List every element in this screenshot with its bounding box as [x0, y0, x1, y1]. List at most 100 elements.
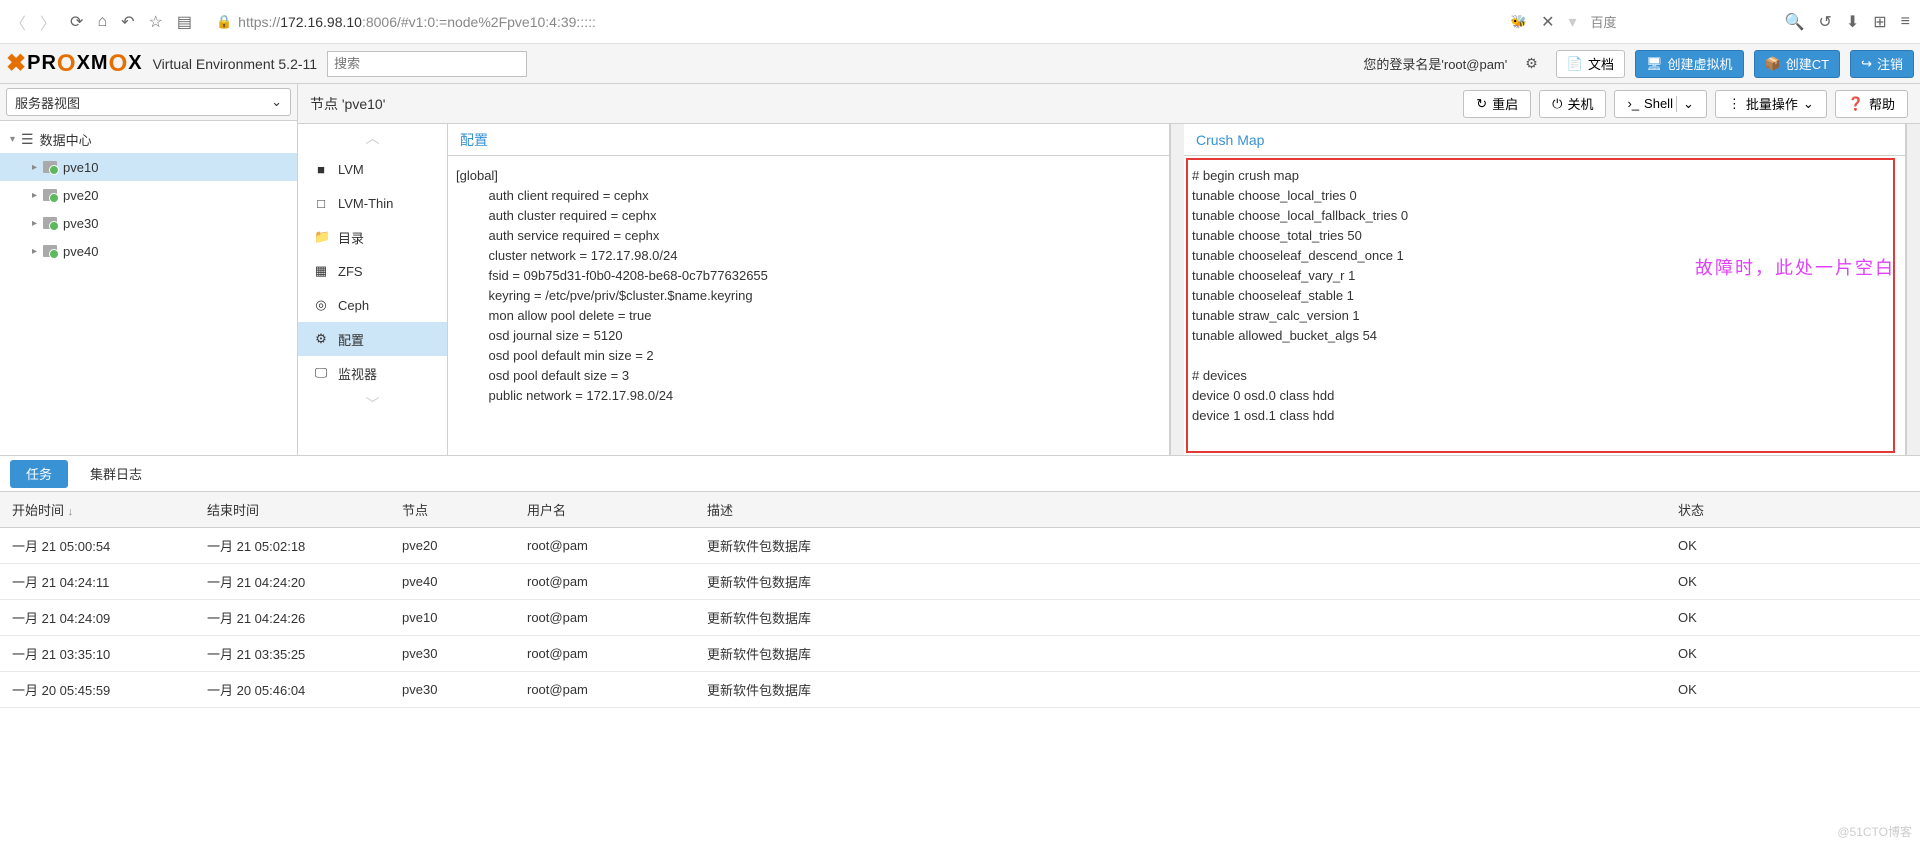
create-vm-button[interactable]: 🖥 创建虚拟机	[1635, 50, 1744, 78]
nav-icon: ■	[314, 162, 328, 177]
nav-label: LVM-Thin	[338, 196, 393, 211]
table-row[interactable]: 一月 21 05:00:54一月 21 05:02:18pve20root@pa…	[0, 528, 1920, 564]
restart-button[interactable]: ↻ 重启	[1463, 90, 1531, 118]
caret-icon: ▸	[32, 218, 37, 229]
subnav-ZFS[interactable]: ▦ ZFS	[298, 254, 447, 288]
scroll-up-icon[interactable]: ︿	[298, 124, 447, 152]
back-icon[interactable]: 〈	[10, 10, 26, 34]
caret-icon: ▸	[32, 246, 37, 257]
subnav-LVM-Thin[interactable]: □ LVM-Thin	[298, 186, 447, 220]
col-node[interactable]: 节点	[390, 492, 515, 528]
logout-button[interactable]: ↪ 注销	[1850, 50, 1914, 78]
table-row[interactable]: 一月 21 04:24:09一月 21 04:24:26pve10root@pa…	[0, 600, 1920, 636]
scroll-down-icon[interactable]: ﹀	[298, 390, 447, 418]
crush-title: Crush Map	[1184, 124, 1905, 156]
chevron-down-icon: ⌄	[1676, 96, 1694, 112]
main-area: 服务器视图⌄ ▾ ☰ 数据中心 ▸pve10▸pve20▸pve30▸pve40…	[0, 84, 1920, 456]
subnav-LVM[interactable]: ■ LVM	[298, 152, 447, 186]
home-icon[interactable]: ⌂	[97, 13, 107, 31]
gear-icon[interactable]: ⚙	[1525, 55, 1538, 72]
sync-icon[interactable]: ↺	[1818, 12, 1831, 32]
content-header: 节点 'pve10' ↻ 重启 ⏻ 关机 ›_ Shell⌄ ⋮ 批量操作 ⌄ …	[298, 84, 1920, 124]
nav-label: Ceph	[338, 298, 369, 313]
nav-label: ZFS	[338, 264, 363, 279]
nav-icon: □	[314, 196, 328, 211]
tab-tasks[interactable]: 任务	[10, 460, 68, 488]
tree-node-pve40[interactable]: ▸pve40	[0, 237, 297, 265]
col-start[interactable]: 开始时间 ↓	[0, 492, 195, 528]
search-engine-label[interactable]: 百度	[1591, 12, 1617, 31]
app-header: ✖ PROXMOX Virtual Environment 5.2-11 您的登…	[0, 44, 1920, 84]
undo-icon[interactable]: ↶	[121, 12, 134, 32]
subnav-配置[interactable]: ⚙ 配置	[298, 322, 447, 356]
reload-icon[interactable]: ⟳	[70, 12, 83, 32]
bulk-button[interactable]: ⋮ 批量操作 ⌄	[1715, 90, 1827, 118]
subnav: ︿ ■ LVM □ LVM-Thin 📁目录 ▦ ZFS ◎ Ceph ⚙ 配置 🖵监视器 ﹀	[298, 124, 448, 455]
table-row[interactable]: 一月 21 03:35:10一月 21 03:35:25pve30root@pa…	[0, 636, 1920, 672]
server-icon	[43, 217, 57, 229]
table-header-row: 开始时间 ↓ 结束时间 节点 用户名 描述 状态	[0, 492, 1920, 528]
reader-icon[interactable]: ▤	[177, 12, 192, 32]
nav-label: 配置	[338, 330, 364, 349]
datacenter-icon: ☰	[21, 131, 34, 148]
subnav-监视器[interactable]: 🖵监视器	[298, 356, 447, 390]
node-label: pve30	[63, 216, 98, 231]
leaf-icon[interactable]: ✕	[1541, 12, 1554, 32]
table-row[interactable]: 一月 21 04:24:11一月 21 04:24:20pve40root@pa…	[0, 564, 1920, 600]
view-selector[interactable]: 服务器视图⌄	[6, 88, 291, 116]
lock-icon: 🔒	[216, 14, 232, 30]
tree-node-pve10[interactable]: ▸pve10	[0, 153, 297, 181]
browser-toolbar: 〈 〉 ⟳ ⌂ ↶ ☆ ▤ 🔒 https://172.16.98.10:800…	[0, 0, 1920, 44]
node-label: pve10	[63, 160, 98, 175]
bee-icon[interactable]: 🐝	[1511, 14, 1527, 30]
menu-icon[interactable]: ≡	[1901, 13, 1910, 31]
col-status[interactable]: 状态	[1666, 492, 1896, 528]
url-bar[interactable]: 🔒 https://172.16.98.10:8006/#v1:0:=node%…	[206, 14, 1497, 30]
tree-panel: 服务器视图⌄ ▾ ☰ 数据中心 ▸pve10▸pve20▸pve30▸pve40	[0, 84, 298, 455]
tasks-panel: 任务 集群日志 开始时间 ↓ 结束时间 节点 用户名 描述 状态 一月 21 0…	[0, 456, 1920, 708]
logo: ✖ PROXMOX	[6, 49, 143, 78]
annotation-text: 故障时，此处一片空白	[1695, 254, 1895, 280]
node-label: pve20	[63, 188, 98, 203]
server-icon	[43, 189, 57, 201]
create-ct-button[interactable]: 📦 创建CT	[1754, 50, 1841, 78]
search-input[interactable]	[327, 51, 527, 77]
help-button[interactable]: ❓ 帮助	[1835, 90, 1908, 118]
subnav-目录[interactable]: 📁目录	[298, 220, 447, 254]
tree-body: ▾ ☰ 数据中心 ▸pve10▸pve20▸pve30▸pve40	[0, 120, 297, 455]
nav-icon: ⚙	[314, 331, 328, 347]
task-table: 开始时间 ↓ 结束时间 节点 用户名 描述 状态 一月 21 05:00:54一…	[0, 492, 1920, 708]
star-icon[interactable]: ☆	[149, 12, 163, 32]
scrollbar[interactable]	[1170, 124, 1184, 455]
forward-icon[interactable]: 〉	[40, 10, 56, 34]
tree-root[interactable]: ▾ ☰ 数据中心	[0, 125, 297, 153]
watermark: @51CTO博客	[1837, 823, 1912, 840]
nav-icon: 📁	[314, 229, 328, 245]
docs-button[interactable]: 📄 文档	[1556, 50, 1625, 78]
scrollbar[interactable]	[1906, 124, 1920, 455]
config-panel: 配置 [global] auth client required = cephx…	[448, 124, 1170, 455]
nav-label: LVM	[338, 162, 364, 177]
tab-cluster-log[interactable]: 集群日志	[74, 460, 158, 488]
tree-node-pve30[interactable]: ▸ pve30	[0, 209, 297, 237]
nav-icon: 🖵	[314, 365, 328, 381]
logo-x-icon: ✖	[6, 49, 27, 78]
tree-node-pve20[interactable]: ▸pve20	[0, 181, 297, 209]
shutdown-button[interactable]: ⏻ 关机	[1539, 90, 1606, 118]
shell-button[interactable]: ›_ Shell⌄	[1614, 90, 1706, 118]
col-desc[interactable]: 描述	[695, 492, 1666, 528]
col-user[interactable]: 用户名	[515, 492, 695, 528]
table-row[interactable]: 一月 20 05:45:59一月 20 05:46:04pve30root@pa…	[0, 672, 1920, 708]
dropdown-icon[interactable]: ▾	[1568, 12, 1576, 32]
subnav-Ceph[interactable]: ◎ Ceph	[298, 288, 447, 322]
server-icon	[43, 161, 57, 173]
nav-icon: ▦	[314, 263, 328, 279]
apps-icon[interactable]: ⊞	[1873, 12, 1886, 32]
col-spacer	[1896, 492, 1920, 528]
search-icon[interactable]: 🔍	[1785, 12, 1805, 32]
crush-panel: Crush Map # begin crush map tunable choo…	[1184, 124, 1906, 455]
sort-down-icon: ↓	[68, 506, 74, 518]
col-end[interactable]: 结束时间	[195, 492, 390, 528]
nav-icon: ◎	[314, 297, 328, 313]
download-icon[interactable]: ⬇	[1846, 12, 1859, 32]
